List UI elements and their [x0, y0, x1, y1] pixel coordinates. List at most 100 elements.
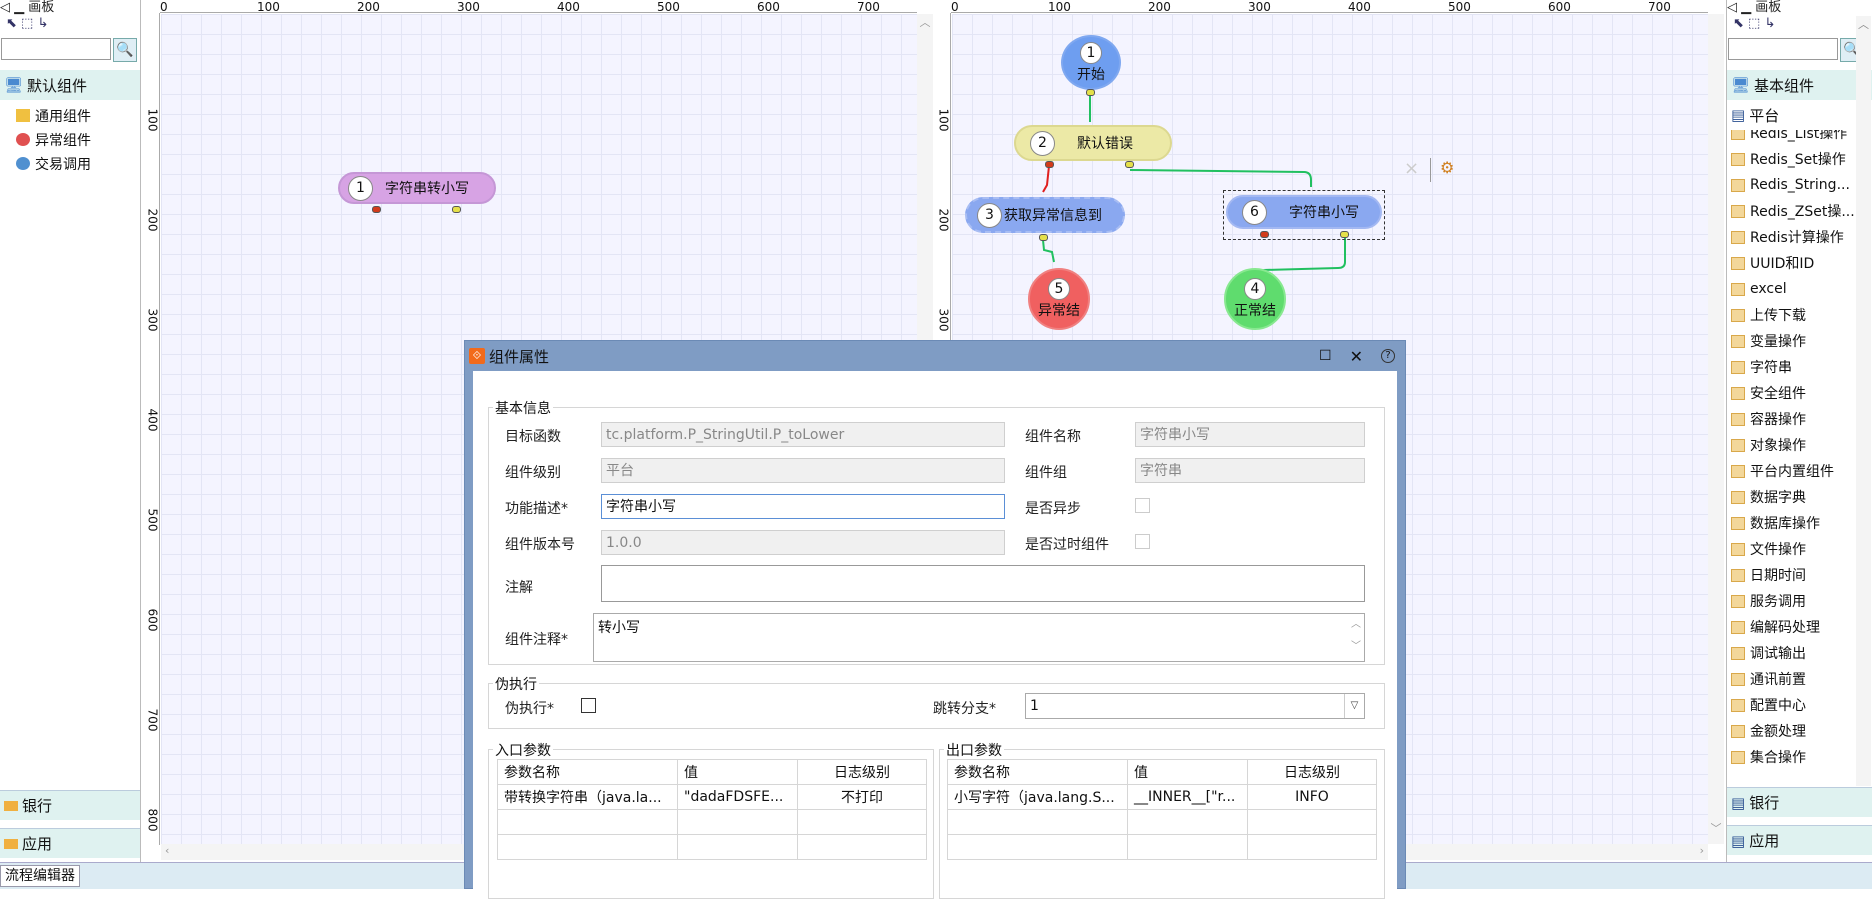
node-settings-icon[interactable]: ⚙: [1440, 158, 1454, 177]
field-label: 组件组: [1025, 465, 1067, 481]
category-bank[interactable]: ▤ 银行: [1727, 787, 1872, 817]
node-number: 4: [1244, 278, 1266, 300]
ruler-tick: 100: [257, 0, 280, 14]
palette-item[interactable]: 变量操作: [1731, 328, 1872, 354]
output-port[interactable]: [1086, 89, 1095, 96]
log-level-cell[interactable]: INFO: [1247, 784, 1377, 810]
palette-item-general[interactable]: 通用组件: [16, 102, 140, 129]
category-basic[interactable]: 🖥 基本组件: [1727, 70, 1872, 100]
ruler-tick: 700: [857, 0, 880, 14]
palette-item[interactable]: 配置中心: [1731, 692, 1872, 718]
category-bank[interactable]: 银行: [0, 790, 140, 820]
item-label: 编解码处理: [1750, 620, 1820, 636]
subcategory-platform[interactable]: ▤ 平台: [1727, 100, 1872, 130]
palette-item[interactable]: 服务调用: [1731, 588, 1872, 614]
palette-item[interactable]: 数据字典: [1731, 484, 1872, 510]
palette-item[interactable]: 对象操作: [1731, 432, 1872, 458]
connector-tool-icon[interactable]: ↳: [1764, 16, 1775, 31]
palette-item[interactable]: Redis_Set操作: [1731, 146, 1872, 172]
success-port[interactable]: [1125, 161, 1134, 168]
success-port[interactable]: [1340, 231, 1349, 238]
error-port[interactable]: [1260, 231, 1269, 238]
palette-item[interactable]: 平台内置组件: [1731, 458, 1872, 484]
item-label: 上传下载: [1750, 308, 1806, 324]
search-button[interactable]: 🔍: [113, 38, 137, 62]
flow-node-tolower[interactable]: 6 字符串小写: [1226, 195, 1382, 229]
param-value-cell[interactable]: "dadaFDSFE...: [677, 784, 798, 810]
category-app[interactable]: ▤ 应用: [1727, 825, 1872, 855]
chevron-down-icon[interactable]: ▽: [1344, 694, 1364, 718]
textarea-scrollbar[interactable]: ︿ ﹀: [1348, 614, 1364, 661]
flow-node-tolower[interactable]: 1 字符串转小写: [338, 172, 496, 204]
select-tool-icon[interactable]: ⬉: [1733, 16, 1744, 31]
flow-node-start[interactable]: 1 开始: [1061, 35, 1121, 90]
palette-scrollbar[interactable]: ︿: [1856, 16, 1871, 786]
palette-item[interactable]: excel: [1731, 276, 1872, 302]
dialog-titlebar: ⟐ 组件属性 ☐ ✕ ?: [465, 341, 1405, 371]
item-label: Redis_String...: [1750, 177, 1850, 193]
palette-item[interactable]: 数据库操作: [1731, 510, 1872, 536]
table-row: [497, 834, 927, 860]
palette-item[interactable]: Redis_ZSet操...: [1731, 198, 1872, 224]
collapse-icon[interactable]: ◁ ▁: [1727, 0, 1755, 15]
palette-item[interactable]: 集合操作: [1731, 744, 1872, 770]
async-checkbox[interactable]: [1135, 498, 1150, 513]
maximize-icon[interactable]: ☐: [1319, 348, 1332, 364]
table-row[interactable]: 小写字符（java.lang.S... __INNER__["r... INFO: [947, 784, 1377, 810]
comment-textarea[interactable]: 转小写 ︿ ﹀: [593, 613, 1365, 662]
marquee-tool-icon[interactable]: ⬚: [1748, 16, 1760, 31]
node-label: 字符串转小写: [385, 181, 469, 197]
palette-item[interactable]: 容器操作: [1731, 406, 1872, 432]
search-input[interactable]: [1, 38, 111, 60]
param-name-cell[interactable]: 带转换字符串（java.la...: [497, 784, 678, 810]
folder-icon: [1731, 516, 1745, 530]
category-app[interactable]: 应用: [0, 828, 140, 858]
deprecated-checkbox[interactable]: [1135, 534, 1150, 549]
success-port[interactable]: [452, 206, 461, 213]
palette-item[interactable]: 通讯前置: [1731, 666, 1872, 692]
collapse-icon[interactable]: ◁ ▁: [0, 0, 28, 15]
ruler-tick: 600: [145, 608, 160, 632]
palette-item[interactable]: Redis_String...: [1731, 172, 1872, 198]
palette-item[interactable]: Redis_List操作: [1731, 130, 1872, 146]
palette-item[interactable]: 编解码处理: [1731, 614, 1872, 640]
palette-item[interactable]: Redis计算操作: [1731, 224, 1872, 250]
param-name-cell[interactable]: 小写字符（java.lang.S...: [947, 784, 1128, 810]
palette-item-transaction[interactable]: 交易调用: [16, 150, 140, 177]
error-port[interactable]: [372, 206, 381, 213]
flow-node-exception-end[interactable]: 5 异常结: [1028, 268, 1090, 330]
flow-node-normal-end[interactable]: 4 正常结: [1224, 268, 1286, 330]
palette-item[interactable]: UUID和ID: [1731, 250, 1872, 276]
connector-tool-icon[interactable]: ↳: [37, 16, 48, 31]
category-default[interactable]: 🖥 默认组件: [0, 70, 140, 100]
palette-item[interactable]: 文件操作: [1731, 536, 1872, 562]
palette-item-exception[interactable]: 异常组件: [16, 126, 140, 153]
flow-node-get-exception[interactable]: 3 获取异常信息到: [965, 197, 1125, 233]
delete-node-icon[interactable]: ×: [1404, 158, 1419, 179]
marquee-tool-icon[interactable]: ⬚: [21, 16, 33, 31]
pseudo-exec-checkbox[interactable]: [581, 698, 596, 713]
select-tool-icon[interactable]: ⬉: [6, 16, 17, 31]
help-icon[interactable]: ?: [1381, 349, 1395, 363]
palette-item[interactable]: 日期时间: [1731, 562, 1872, 588]
palette-item[interactable]: 金额处理: [1731, 718, 1872, 744]
tab-flow-editor[interactable]: 流程编辑器: [0, 865, 80, 887]
jump-branch-select[interactable]: 1 ▽: [1025, 693, 1365, 719]
search-input[interactable]: [1728, 38, 1838, 60]
palette-item[interactable]: 上传下载: [1731, 302, 1872, 328]
log-level-cell[interactable]: 不打印: [797, 784, 927, 810]
param-value-cell[interactable]: __INNER__["r...: [1127, 784, 1248, 810]
description-input[interactable]: 字符串小写: [601, 494, 1005, 519]
annotation-input[interactable]: [601, 565, 1365, 602]
folder-icon: [1731, 256, 1745, 270]
item-label: 变量操作: [1750, 334, 1806, 350]
palette-item[interactable]: 安全组件: [1731, 380, 1872, 406]
output-port[interactable]: [1039, 234, 1048, 241]
error-port[interactable]: [1045, 161, 1054, 168]
flow-node-default-error[interactable]: 2 默认错误: [1014, 125, 1172, 161]
table-row[interactable]: 带转换字符串（java.la... "dadaFDSFE... 不打印: [497, 784, 927, 810]
item-label: 集合操作: [1750, 750, 1806, 766]
palette-item[interactable]: 字符串: [1731, 354, 1872, 380]
close-icon[interactable]: ✕: [1350, 347, 1363, 366]
palette-item[interactable]: 调试输出: [1731, 640, 1872, 666]
